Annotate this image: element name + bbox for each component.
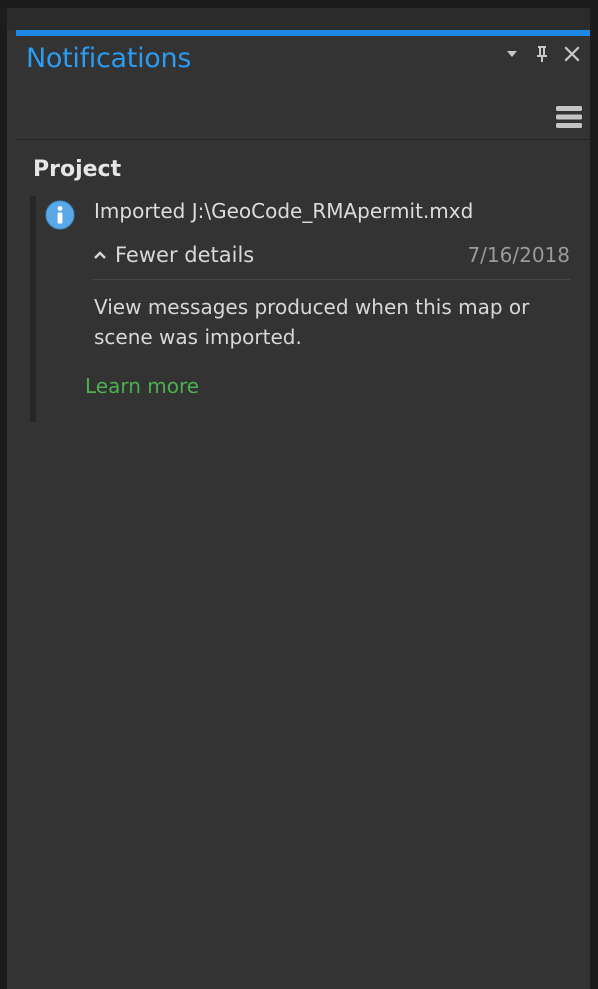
notification-description: View messages produced when this map or … <box>94 295 530 349</box>
header-divider <box>16 139 590 140</box>
notification-group-rail <box>30 196 36 422</box>
panel-title: Notifications <box>26 43 192 74</box>
pin-button[interactable] <box>534 44 550 64</box>
group-heading-project: Project <box>33 157 122 182</box>
window-frame: Notifications Project Imported J:\GeoCod… <box>0 0 598 989</box>
learn-more-link[interactable]: Learn more <box>85 372 199 400</box>
panel-top-strip <box>7 8 590 30</box>
caret-down-icon <box>507 51 517 57</box>
pane-options-dropdown[interactable] <box>504 44 520 64</box>
pane-controls <box>504 44 580 64</box>
close-button[interactable] <box>564 44 580 64</box>
chevron-up-icon <box>94 251 106 259</box>
pin-icon <box>537 46 547 62</box>
fewer-details-toggle[interactable]: Fewer details <box>93 241 254 269</box>
notification-message: Imported J:\GeoCode_RMApermit.mxd <box>94 199 474 223</box>
details-divider <box>93 279 570 280</box>
details-toggle-label: Fewer details <box>115 243 255 267</box>
notifications-panel: Notifications Project Imported J:\GeoCod… <box>7 8 590 989</box>
info-icon <box>45 200 75 230</box>
options-menu-button[interactable] <box>556 105 582 129</box>
active-pane-accent-bar <box>16 30 590 36</box>
notification-date: 7/16/2018 <box>467 243 570 267</box>
hamburger-menu-icon <box>556 106 582 128</box>
close-icon <box>564 46 580 62</box>
